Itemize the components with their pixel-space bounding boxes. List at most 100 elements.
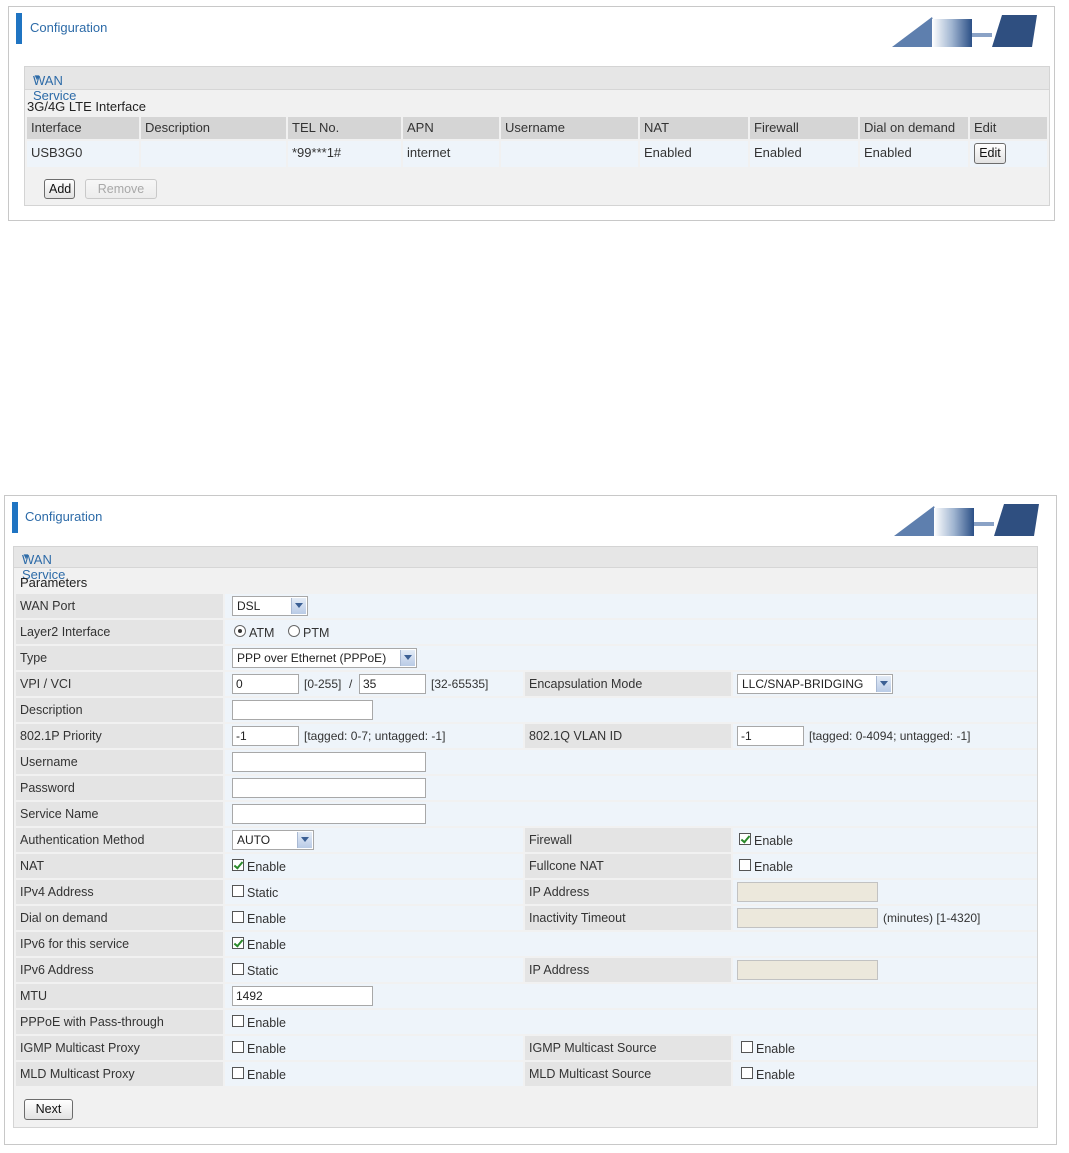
page-title: Configuration — [30, 20, 108, 35]
wan-port-select[interactable]: DSL — [232, 596, 308, 616]
igmp-source-checkbox[interactable] — [741, 1041, 753, 1053]
layer2-label: Layer2 Interface — [16, 620, 223, 644]
ipv6-label: IPv6 Address — [16, 958, 223, 982]
ptm-radio[interactable] — [288, 625, 300, 637]
wan-port-label: WAN Port — [16, 594, 223, 618]
mld-source-enable-label: Enable — [756, 1068, 795, 1082]
cell-description — [141, 141, 286, 167]
priority-hint: [tagged: 0-7; untagged: -1] — [304, 729, 446, 743]
vci-input[interactable]: 35 — [359, 674, 426, 694]
monitor-graphic-icon — [892, 15, 1037, 47]
fullcone-label: Fullcone NAT — [525, 854, 731, 878]
row-igmp: IGMP Multicast Proxy Enable IGMP Multica… — [16, 1036, 1037, 1060]
igmp-proxy-enable-label: Enable — [247, 1042, 286, 1056]
wan-service-header[interactable]: ▼ WAN Service — [14, 547, 1037, 582]
nat-checkbox[interactable] — [232, 859, 244, 871]
igmp-source-enable-label: Enable — [756, 1042, 795, 1056]
col-nat: NAT — [640, 117, 748, 139]
type-select[interactable]: PPP over Ethernet (PPPoE) — [232, 648, 417, 668]
nat-enable-label: Enable — [247, 860, 286, 874]
fullcone-checkbox[interactable] — [739, 859, 751, 871]
mld-source-checkbox[interactable] — [741, 1067, 753, 1079]
cell-interface: USB3G0 — [27, 141, 139, 167]
ipv4-label: IPv4 Address — [16, 880, 223, 904]
mld-source-label: MLD Multicast Source — [525, 1062, 731, 1086]
firewall-enable-label: Enable — [754, 834, 793, 848]
inactivity-hint: (minutes) [1-4320] — [883, 911, 981, 925]
firewall-checkbox[interactable] — [739, 833, 751, 845]
row-description: Description — [16, 698, 1037, 722]
chevron-down-icon — [291, 598, 306, 614]
row-nat-fullcone: NAT Enable Fullcone NAT Enable — [16, 854, 1037, 878]
pppoe-pass-label: PPPoE with Pass-through — [16, 1010, 223, 1034]
igmp-proxy-checkbox[interactable] — [232, 1041, 244, 1053]
wan-service-list-panel: Configuration ▼ WAN Service 3G/4G LTE Int… — [8, 6, 1055, 221]
cell-apn: internet — [403, 141, 499, 167]
edit-button[interactable]: Edit — [974, 143, 1006, 164]
description-input[interactable] — [232, 700, 373, 720]
add-button[interactable]: Add — [44, 179, 75, 199]
row-username: Username — [16, 750, 1037, 774]
encapsulation-label: Encapsulation Mode — [525, 672, 731, 696]
ipv6-static-checkbox[interactable] — [232, 963, 244, 975]
lte-interface-heading: 3G/4G LTE Interface — [27, 99, 146, 114]
service-name-label: Service Name — [16, 802, 223, 826]
vlan-input[interactable]: -1 — [737, 726, 804, 746]
col-description: Description — [141, 117, 286, 139]
cell-edit: Edit — [970, 141, 1047, 167]
ipv6-ip-address-label: IP Address — [525, 958, 731, 982]
dial-checkbox[interactable] — [232, 911, 244, 923]
chevron-down-icon — [400, 650, 415, 666]
encapsulation-select[interactable]: LLC/SNAP-BRIDGING — [737, 674, 893, 694]
col-apn: APN — [403, 117, 499, 139]
atm-radio[interactable] — [234, 625, 246, 637]
config-header: Configuration — [5, 496, 1056, 540]
service-name-input[interactable] — [232, 804, 426, 824]
igmp-proxy-label: IGMP Multicast Proxy — [16, 1036, 223, 1060]
atm-label: ATM — [249, 626, 275, 640]
vpi-vci-label: VPI / VCI — [16, 672, 223, 696]
nat-label: NAT — [16, 854, 223, 878]
username-label: Username — [16, 750, 223, 774]
auth-select[interactable]: AUTO — [232, 830, 314, 850]
mld-proxy-label: MLD Multicast Proxy — [16, 1062, 223, 1086]
row-pppoe-pass: PPPoE with Pass-through Enable — [16, 1010, 1037, 1034]
inactivity-label: Inactivity Timeout — [525, 906, 731, 930]
chevron-down-icon — [876, 676, 891, 692]
ipv6-service-enable-label: Enable — [247, 938, 286, 952]
igmp-source-label: IGMP Multicast Source — [525, 1036, 731, 1060]
row-layer2: Layer2 Interface ATM PTM — [16, 620, 1037, 644]
dial-label: Dial on demand — [16, 906, 223, 930]
table-header-row: Interface Description TEL No. APN Userna… — [27, 117, 1047, 139]
cell-nat: Enabled — [640, 141, 748, 167]
page-title: Configuration — [25, 509, 103, 524]
inactivity-input[interactable] — [737, 908, 878, 928]
pppoe-pass-checkbox[interactable] — [232, 1015, 244, 1027]
next-button[interactable]: Next — [24, 1099, 73, 1120]
row-mtu: MTU 1492 — [16, 984, 1037, 1008]
auth-label: Authentication Method — [16, 828, 223, 852]
header-accent-bar — [16, 13, 22, 44]
row-ipv4: IPv4 Address Static IP Address — [16, 880, 1037, 904]
mtu-input[interactable]: 1492 — [232, 986, 373, 1006]
priority-input[interactable]: -1 — [232, 726, 299, 746]
priority-label: 802.1P Priority — [16, 724, 223, 748]
col-dial: Dial on demand — [860, 117, 968, 139]
row-vpi-vci: VPI / VCI 0 [0-255] / 35 [32-65535] Enca… — [16, 672, 1037, 696]
wan-service-header[interactable]: ▼ WAN Service — [25, 67, 1049, 103]
vpi-vci-separator: / — [349, 677, 353, 691]
vpi-input[interactable]: 0 — [232, 674, 299, 694]
remove-button[interactable]: Remove — [85, 179, 157, 199]
mld-proxy-checkbox[interactable] — [232, 1067, 244, 1079]
ipv6-service-label: IPv6 for this service — [16, 932, 223, 956]
ipv4-static-checkbox[interactable] — [232, 885, 244, 897]
row-wan-port: WAN Port DSL — [16, 594, 1037, 618]
row-priority-vlan: 802.1P Priority -1 [tagged: 0-7; untagge… — [16, 724, 1037, 748]
ipv6-service-checkbox[interactable] — [232, 937, 244, 949]
password-input[interactable] — [232, 778, 426, 798]
monitor-graphic-icon — [894, 504, 1039, 536]
fullcone-enable-label: Enable — [754, 860, 793, 874]
username-input[interactable] — [232, 752, 426, 772]
ipv6-ip-address-input[interactable] — [737, 960, 878, 980]
ipv4-ip-address-input[interactable] — [737, 882, 878, 902]
